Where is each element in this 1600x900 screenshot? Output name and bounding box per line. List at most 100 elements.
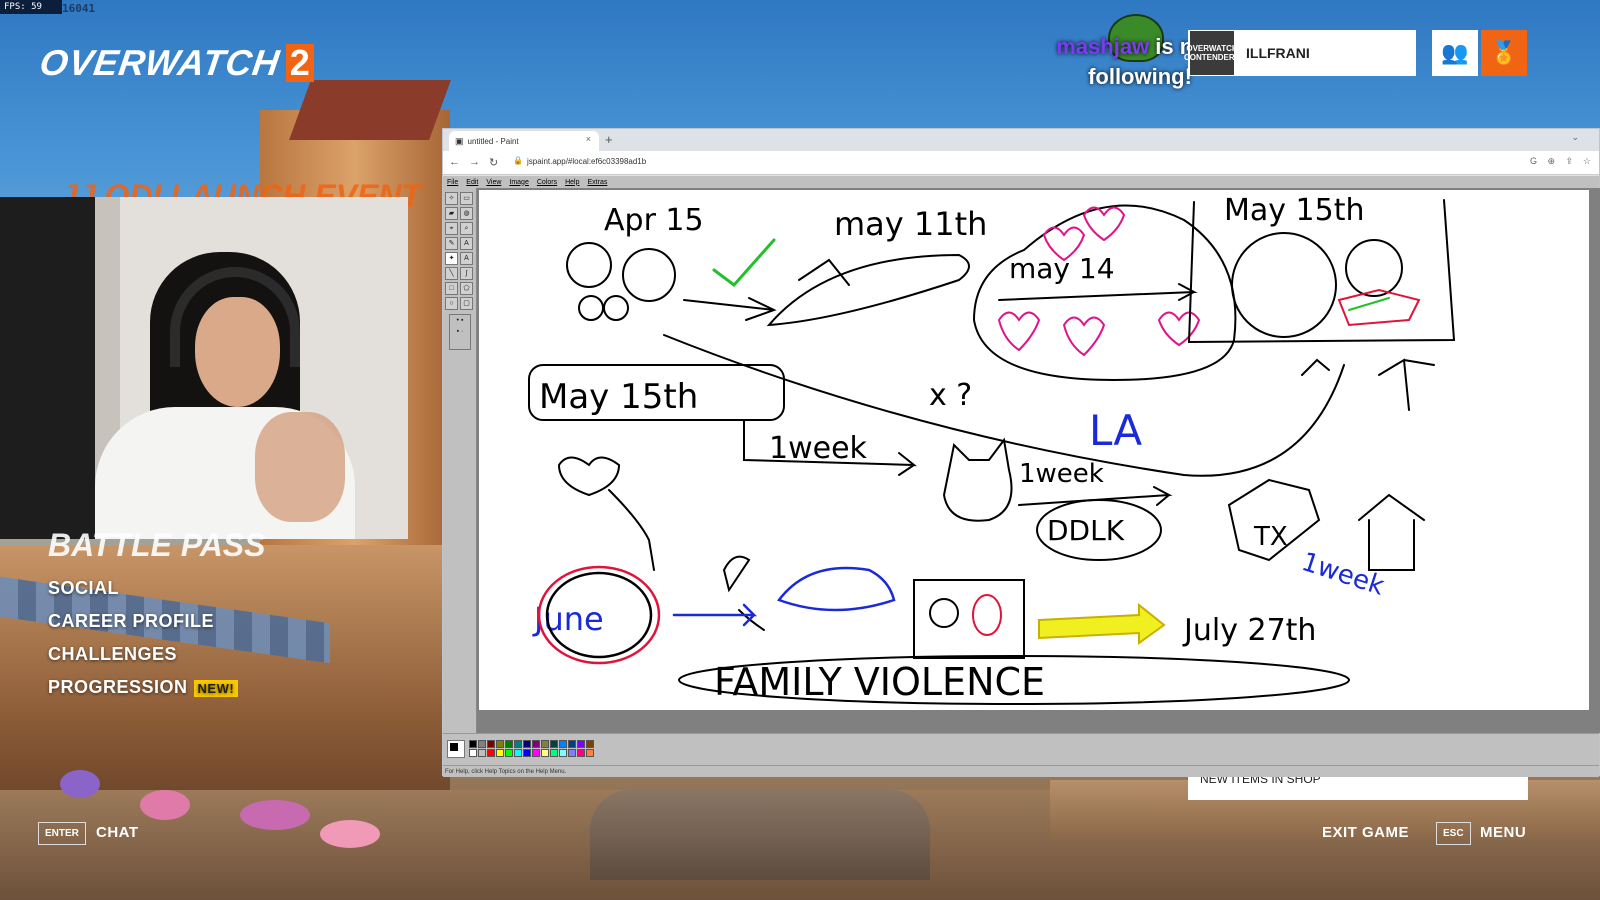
- color-swatch[interactable]: [577, 740, 585, 748]
- menu-file[interactable]: File: [447, 179, 458, 186]
- color-swatch[interactable]: [505, 749, 513, 757]
- menu-extras[interactable]: Extras: [588, 179, 608, 186]
- color-swatch[interactable]: [487, 740, 495, 748]
- menu-colors[interactable]: Colors: [537, 179, 557, 186]
- color-swatch[interactable]: [469, 740, 477, 748]
- brush-tool[interactable]: A: [460, 237, 473, 250]
- color-swatch[interactable]: [469, 749, 477, 757]
- line-tool[interactable]: ╲: [445, 267, 458, 280]
- color-swatch[interactable]: [532, 740, 540, 748]
- polygon-tool[interactable]: ⬠: [460, 282, 473, 295]
- fps-counter: FPS: 59: [0, 0, 62, 14]
- chevron-down-icon[interactable]: ⌄: [1571, 132, 1579, 143]
- ellipse-tool[interactable]: ○: [445, 297, 458, 310]
- color-swatch[interactable]: [487, 749, 495, 757]
- color-swatch[interactable]: [568, 740, 576, 748]
- exit-game-button[interactable]: EXIT GAME: [1322, 824, 1409, 841]
- menu-edit[interactable]: Edit: [466, 179, 478, 186]
- brush-size-options[interactable]: • ▪ ▪ ·: [449, 314, 471, 350]
- color-swatch[interactable]: [586, 740, 594, 748]
- rect-select-tool[interactable]: ▭: [460, 192, 473, 205]
- color-swatch[interactable]: [586, 749, 594, 757]
- current-colors[interactable]: [447, 740, 465, 758]
- curved-arrow: [663, 334, 1345, 477]
- rectangle-tool[interactable]: □: [445, 282, 458, 295]
- figure-sketch: [557, 456, 655, 571]
- label-week3: 1week: [1298, 547, 1388, 602]
- color-swatch[interactable]: [523, 740, 531, 748]
- forward-icon[interactable]: →: [469, 156, 480, 168]
- color-swatch[interactable]: [514, 740, 522, 748]
- menu-challenges[interactable]: CHALLENGES: [48, 644, 177, 665]
- rounded-rect-tool[interactable]: ▢: [460, 297, 473, 310]
- menu-view[interactable]: View: [486, 179, 501, 186]
- text-tool[interactable]: A: [460, 252, 473, 265]
- menu-career-profile[interactable]: CAREER PROFILE: [48, 611, 214, 632]
- color-swatch[interactable]: [496, 740, 504, 748]
- paint-canvas[interactable]: Apr 15 may 11th may 14 May 15th May 15th…: [479, 190, 1589, 710]
- color-swatch[interactable]: [541, 749, 549, 757]
- url-input[interactable]: jspaint.app/#local:ef6c03398ad1b: [527, 157, 646, 166]
- color-swatch[interactable]: [568, 749, 576, 757]
- chat-button[interactable]: CHAT: [96, 824, 139, 841]
- pencil-tool[interactable]: ✎: [445, 237, 458, 250]
- arrow: [1018, 486, 1173, 506]
- arrow: [672, 603, 758, 627]
- rewards-button[interactable]: 🏅: [1481, 30, 1527, 76]
- menu-image[interactable]: Image: [509, 179, 528, 186]
- follow-username: mashjaw: [1056, 34, 1150, 59]
- roof-left: [289, 80, 451, 140]
- magnifier-tool[interactable]: ⌕: [460, 222, 473, 235]
- color-swatch[interactable]: [478, 740, 486, 748]
- player-card[interactable]: OVERWATCH CONTENDERS ILLFRANI: [1184, 30, 1416, 76]
- new-tab-button[interactable]: +: [605, 132, 613, 147]
- fill-tool[interactable]: ◍: [460, 207, 473, 220]
- menu-button[interactable]: MENU: [1480, 824, 1526, 841]
- lock-icon: 🔒: [513, 156, 523, 165]
- new-badge: NEW!: [193, 679, 239, 697]
- social-button[interactable]: 👥: [1432, 30, 1478, 76]
- reload-icon[interactable]: ↻: [489, 156, 498, 169]
- face-sketch: [566, 242, 612, 288]
- menu-battle-pass[interactable]: BATTLE PASS: [48, 527, 265, 561]
- color-swatch[interactable]: [550, 740, 558, 748]
- back-icon[interactable]: ←: [449, 156, 460, 168]
- arrow: [1378, 358, 1435, 411]
- color-swatch[interactable]: [505, 740, 513, 748]
- color-palette: [443, 733, 1599, 765]
- color-swatch[interactable]: [532, 749, 540, 757]
- logo-text: OVERWATCH: [37, 42, 283, 83]
- menu-progression[interactable]: PROGRESSION NEW!: [48, 677, 239, 698]
- color-swatch[interactable]: [577, 749, 585, 757]
- color-swatch[interactable]: [514, 749, 522, 757]
- house-icon: [1358, 493, 1425, 571]
- tab-bar: ▣ untitled - Paint × + ⌄: [443, 129, 1599, 151]
- eraser-tool[interactable]: ▰: [445, 207, 458, 220]
- close-icon[interactable]: ×: [586, 134, 591, 144]
- label-july: July 27th: [1182, 613, 1316, 648]
- menu-social[interactable]: SOCIAL: [48, 578, 119, 599]
- color-swatch[interactable]: [541, 740, 549, 748]
- drawing: Apr 15 may 11th may 14 May 15th May 15th…: [528, 193, 1456, 705]
- airbrush-tool[interactable]: ✦: [445, 252, 458, 265]
- curve-tool[interactable]: ∫: [460, 267, 473, 280]
- heart-icon: [1157, 311, 1201, 347]
- menu-help[interactable]: Help: [565, 179, 579, 186]
- free-select-tool[interactable]: ✧: [445, 192, 458, 205]
- color-swatch[interactable]: [478, 749, 486, 757]
- color-swatch[interactable]: [523, 749, 531, 757]
- phone-icon: [722, 555, 765, 631]
- canvas-area: Apr 15 may 11th may 14 May 15th May 15th…: [477, 188, 1600, 733]
- star-icon[interactable]: ☆: [1583, 156, 1591, 167]
- install-icon[interactable]: ⊕: [1547, 156, 1555, 167]
- share-icon[interactable]: ⇪: [1565, 156, 1573, 167]
- color-swatch[interactable]: [550, 749, 558, 757]
- address-bar: ← → ↻ 🔒 jspaint.app/#local:ef6c03398ad1b…: [443, 151, 1599, 175]
- color-swatch[interactable]: [559, 740, 567, 748]
- arrow: [998, 283, 1198, 301]
- picker-tool[interactable]: ⌖: [445, 222, 458, 235]
- google-icon[interactable]: G: [1530, 156, 1537, 166]
- color-swatch[interactable]: [496, 749, 504, 757]
- tab-paint[interactable]: ▣ untitled - Paint ×: [449, 131, 599, 151]
- color-swatch[interactable]: [559, 749, 567, 757]
